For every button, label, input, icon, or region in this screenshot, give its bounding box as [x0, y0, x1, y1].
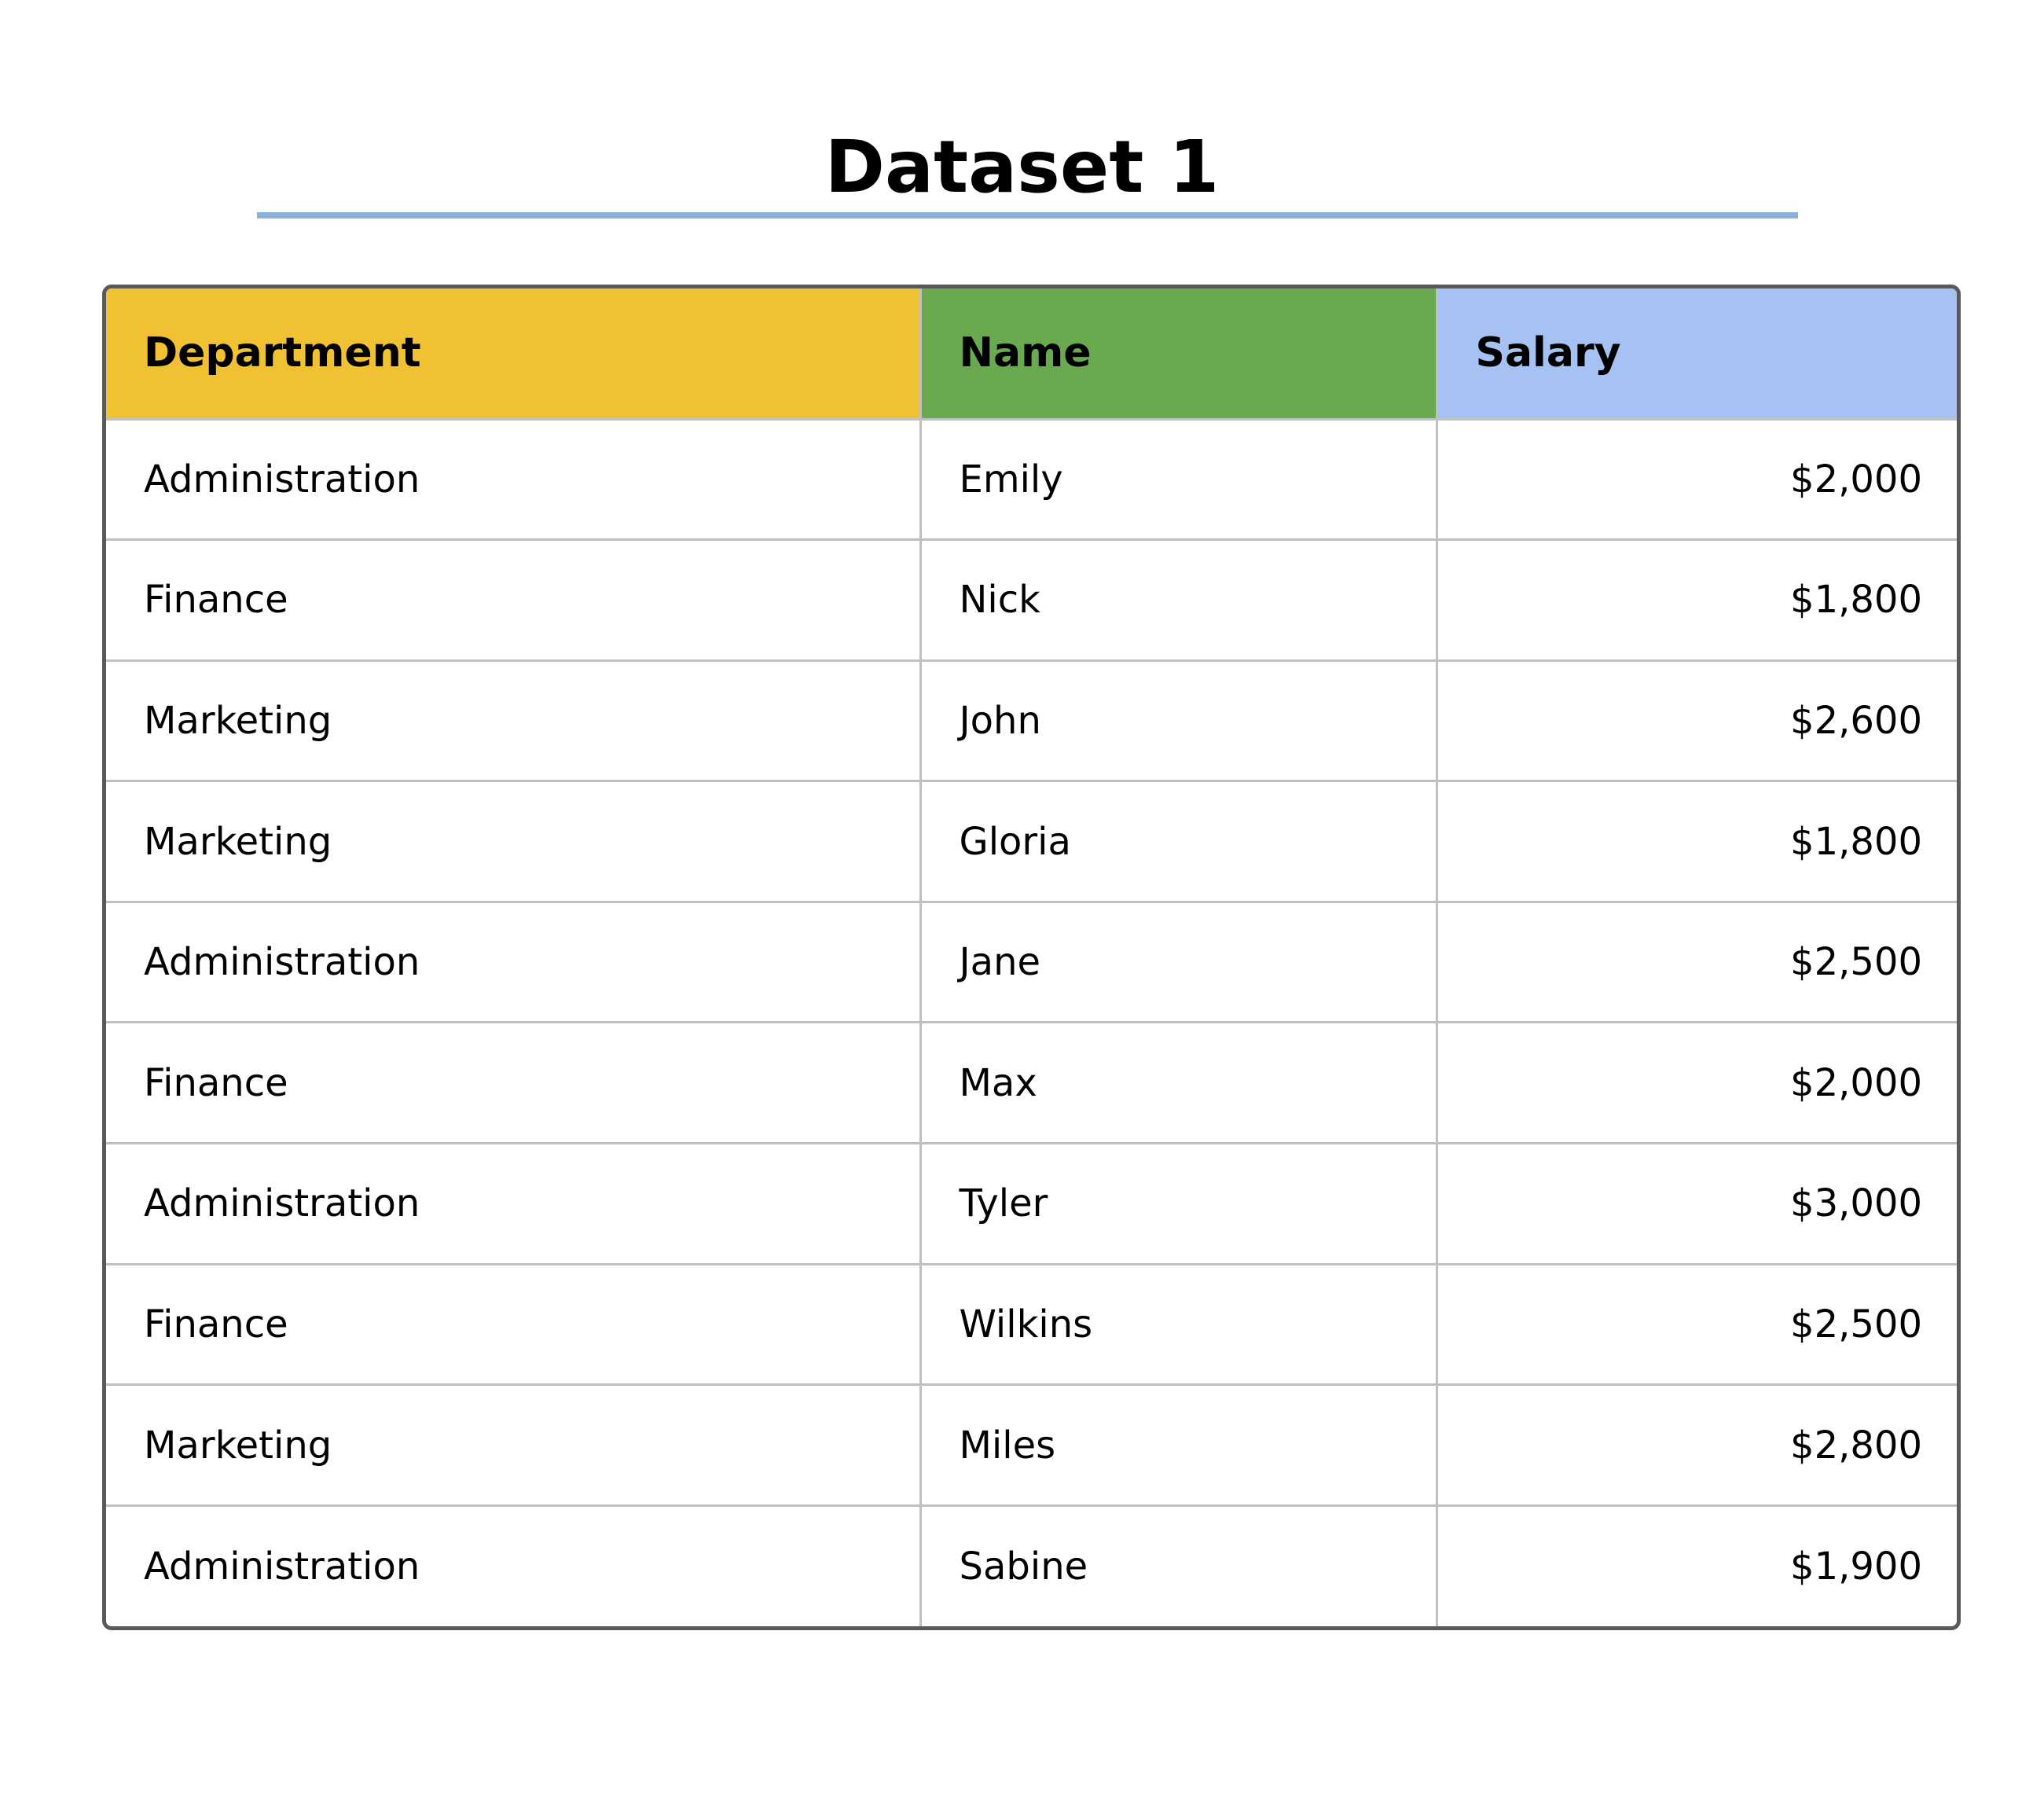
cell-name: Sabine [920, 1504, 1438, 1626]
table-title: Dataset 1 [824, 125, 1220, 209]
cell-department: Marketing [106, 1383, 922, 1506]
cell-department: Administration [106, 1504, 922, 1626]
cell-name: John [920, 659, 1438, 781]
cell-salary: $1,800 [1437, 780, 1957, 902]
header-name: Name [920, 288, 1438, 419]
cell-department: Administration [106, 1142, 922, 1265]
cell-name: Nick [920, 538, 1438, 661]
cell-name: Tyler [920, 1142, 1438, 1265]
header-salary: Salary [1437, 288, 1957, 419]
table-row: Administration Sabine $1,900 [106, 1504, 1957, 1626]
table-row: Finance Wilkins $2,500 [106, 1262, 1957, 1385]
table-row: Finance Nick $1,800 [106, 538, 1957, 661]
cell-name: Max [920, 1021, 1438, 1144]
header-row: Department Name Salary [106, 288, 1957, 419]
cell-salary: $2,800 [1437, 1383, 1957, 1506]
cell-department: Finance [106, 1262, 922, 1385]
cell-department: Finance [106, 538, 922, 661]
header-department: Department [106, 288, 922, 419]
cell-salary: $3,000 [1437, 1142, 1957, 1265]
cell-salary: $2,000 [1437, 1021, 1957, 1144]
table-row: Marketing Gloria $1,800 [106, 780, 1957, 902]
cell-name: Jane [920, 900, 1438, 1023]
cell-name: Emily [920, 417, 1438, 540]
cell-department: Marketing [106, 780, 922, 902]
cell-salary: $2,000 [1437, 417, 1957, 540]
cell-name: Miles [920, 1383, 1438, 1506]
cell-salary: $2,500 [1437, 1262, 1957, 1385]
table-row: Finance Max $2,000 [106, 1021, 1957, 1144]
table-row: Marketing John $2,600 [106, 659, 1957, 781]
cell-salary: $2,600 [1437, 659, 1957, 781]
cell-name: Wilkins [920, 1262, 1438, 1385]
data-table: Department Name Salary Administration Emi… [106, 288, 1957, 1626]
title-underline [257, 212, 1798, 219]
cell-salary: $1,900 [1437, 1504, 1957, 1626]
cell-department: Administration [106, 900, 922, 1023]
table-row: Marketing Miles $2,800 [106, 1383, 1957, 1506]
cell-department: Finance [106, 1021, 922, 1144]
table-row: Administration Tyler $3,000 [106, 1142, 1957, 1265]
cell-department: Marketing [106, 659, 922, 781]
table-row: Administration Jane $2,500 [106, 900, 1957, 1023]
cell-salary: $1,800 [1437, 538, 1957, 661]
cell-department: Administration [106, 417, 922, 540]
cell-salary: $2,500 [1437, 900, 1957, 1023]
cell-name: Gloria [920, 780, 1438, 902]
data-table-frame: Department Name Salary Administration Emi… [102, 285, 1961, 1630]
table-body: Administration Emily $2,000 Finance Nick $1,8… [106, 417, 1957, 1626]
table-row: Administration Emily $2,000 [106, 417, 1957, 540]
